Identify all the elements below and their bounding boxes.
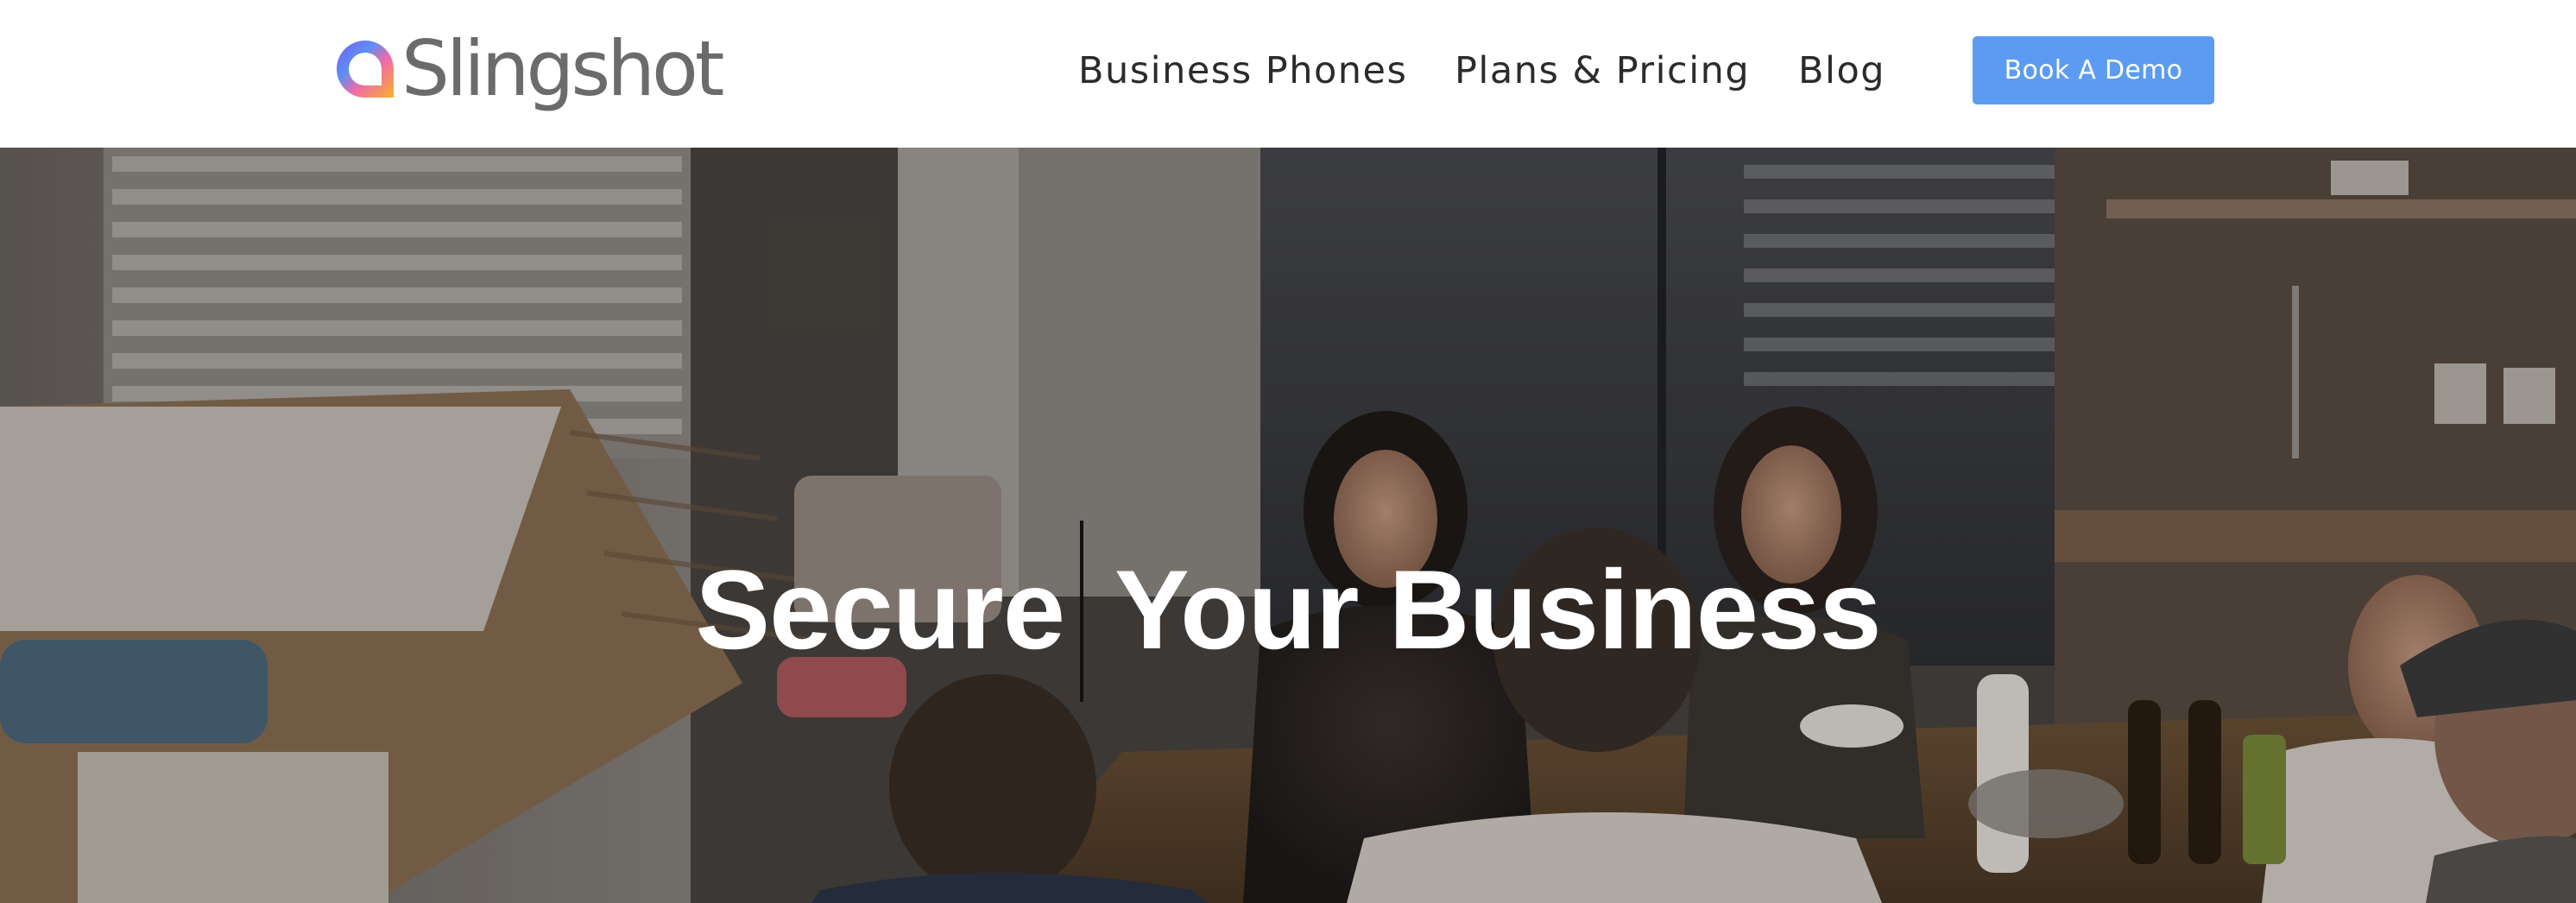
hero-overlay: [0, 148, 2576, 903]
hero-headline-part2: Your Business: [1114, 546, 1882, 673]
typing-cursor: [1080, 521, 1083, 702]
hero-section: Secure Your Business: [0, 148, 2576, 903]
logo-text: Slingshot: [401, 24, 724, 113]
hero-headline: Secure Your Business: [0, 521, 2576, 702]
nav-blog[interactable]: Blog: [1798, 45, 1885, 97]
slingshot-logo-icon: [337, 41, 394, 98]
nav-plans-pricing[interactable]: Plans & Pricing: [1455, 45, 1750, 97]
hero-headline-part1: Secure: [695, 546, 1065, 673]
nav-business-phones[interactable]: Business Phones: [1078, 45, 1407, 97]
site-header: Slingshot Business Phones Plans & Pricin…: [0, 0, 2576, 148]
logo-link[interactable]: Slingshot: [332, 24, 724, 114]
book-demo-button[interactable]: Book A Demo: [1973, 36, 2214, 104]
